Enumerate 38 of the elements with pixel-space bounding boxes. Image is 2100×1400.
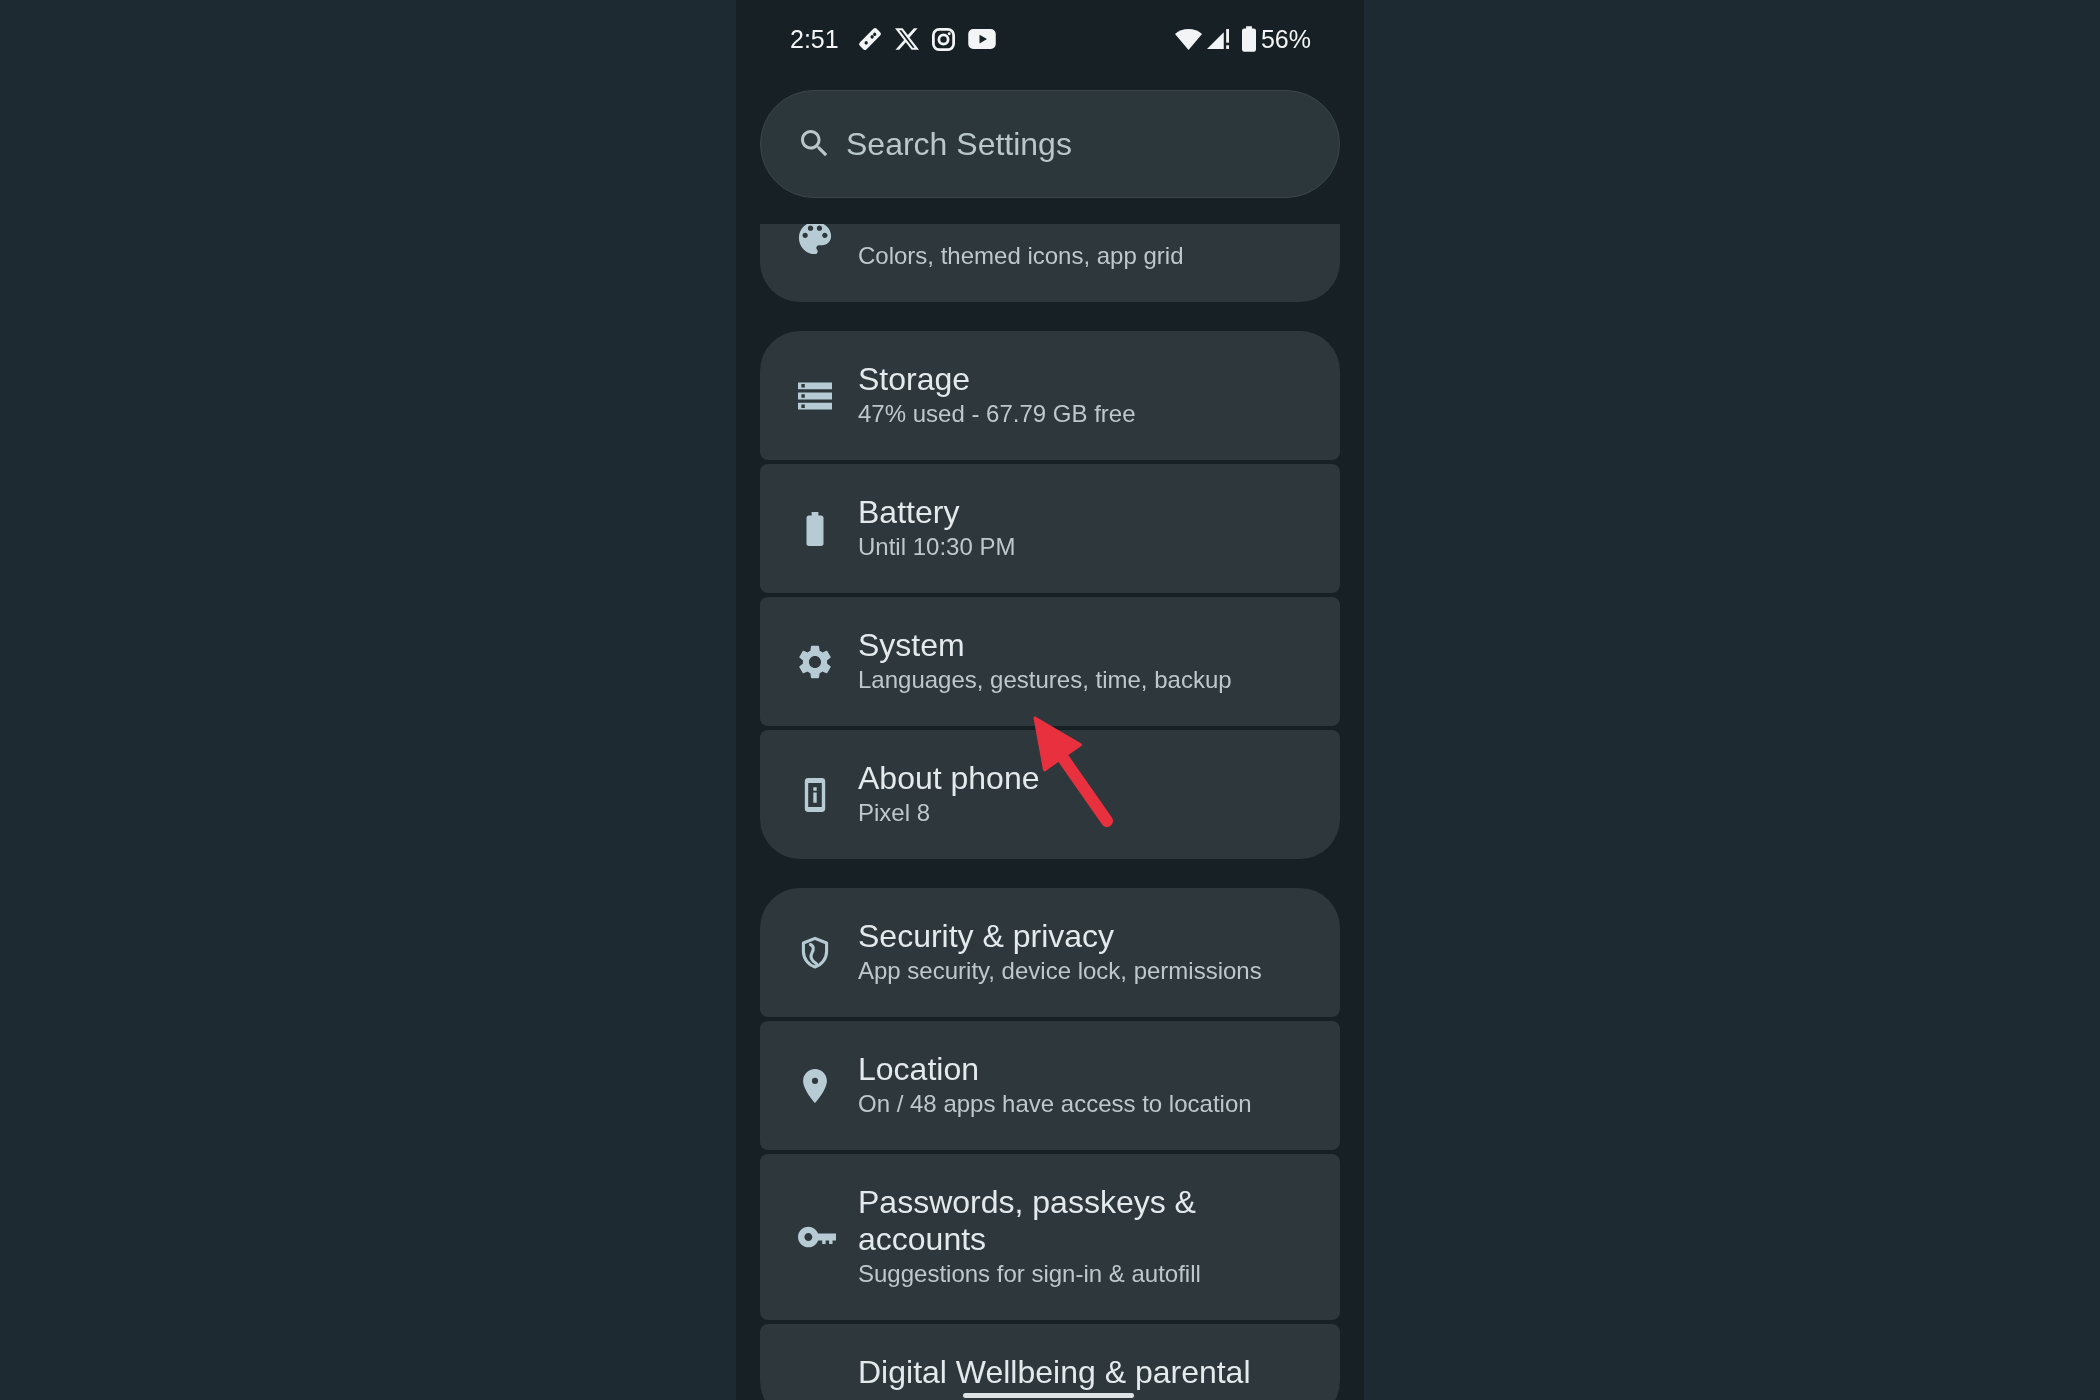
item-title: Battery [858,494,961,531]
settings-item[interactable]: Colors, themed icons, app grid [760,224,1340,302]
gesture-handle[interactable] [963,1393,1134,1398]
item-subtitle: Pixel 8 [858,798,932,828]
x-letter-icon [894,27,919,51]
item-title: Location [858,1051,980,1088]
item-title: Digital Wellbeing & parental [858,1354,1251,1391]
settings-item[interactable]: Storage 47% used - 67.79 GB free [760,331,1340,460]
settings-item[interactable]: Passwords, passkeys & accounts Suggestions for sign-in & autofill [760,1154,1340,1320]
settings-icon [798,644,832,679]
item-subtitle: 47% used - 67.79 GB free [858,399,1136,429]
battery-percent: 56% [1260,25,1311,53]
item-subtitle: Suggestions for sign-in & autofill [858,1259,1202,1289]
item-title: System [858,627,966,664]
item-subtitle: App security, device lock, permissions [858,956,1262,986]
settings-item[interactable]: Location On / 48 apps have access to location [760,1021,1340,1150]
item-subtitle: Languages, gestures, time, backup [858,665,1232,695]
signal-icon [1206,28,1229,50]
play-icon [967,29,996,49]
settings-item[interactable]: System Languages, gestures, time, backup [760,597,1340,726]
search-field[interactable]: Search Settings [760,90,1340,198]
item-title: Storage [858,361,972,398]
settings-item[interactable]: Security & privacy App security, device lock, permissions [760,888,1340,1017]
item-title: Security & privacy [858,918,1116,955]
item-subtitle: Until 10:30 PM [858,532,1016,562]
settings-item[interactable]: Digital Wellbeing & parental [760,1324,1340,1400]
palette-icon [798,224,832,255]
settings-item[interactable]: About phone Pixel 8 [760,730,1340,859]
item-subtitle: On / 48 apps have access to location [858,1089,1252,1119]
search-icon [801,130,828,157]
status-time: 2:51 [790,25,839,53]
battery-icon [1241,26,1256,52]
item-title: About phone [858,760,1040,797]
item-subtitle: Colors, themed icons, app grid [858,241,1184,271]
camera-icon [931,27,955,51]
wifi-icon [1174,28,1202,50]
settings-item[interactable]: Battery Until 10:30 PM [760,464,1340,593]
item-title: Passwords, passkeys & accounts [858,1184,1197,1258]
